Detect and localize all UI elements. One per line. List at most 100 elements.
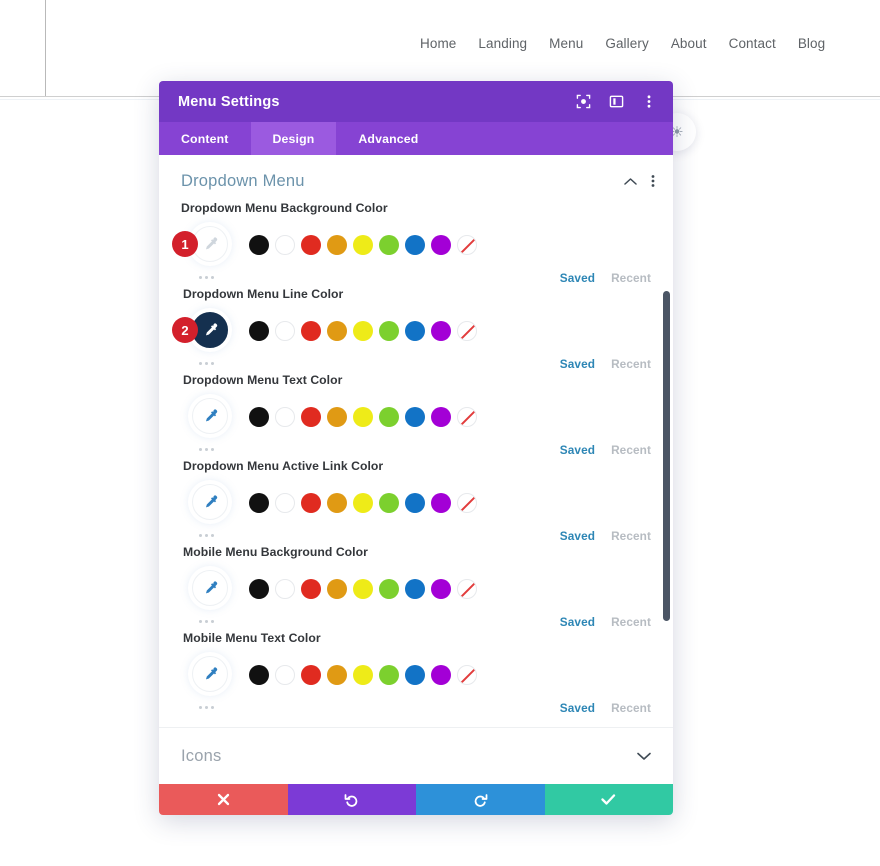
swatch-purple[interactable] [431,579,451,599]
nav-item-home[interactable]: Home [420,36,456,51]
swatch-black[interactable] [249,579,269,599]
scrollbar-thumb[interactable] [663,291,670,621]
panel-layout-icon[interactable] [608,94,624,110]
swatch-white[interactable] [275,665,295,685]
swatch-black[interactable] [249,493,269,513]
swatch-white[interactable] [275,407,295,427]
swatch-green[interactable] [379,235,399,255]
swatch-blue[interactable] [405,321,425,341]
eyedropper-button[interactable] [192,398,228,434]
swatch-purple[interactable] [431,235,451,255]
kebab-menu-icon[interactable] [641,94,657,110]
swatch-green[interactable] [379,407,399,427]
swatch-white[interactable] [275,493,295,513]
recent-link[interactable]: Recent [611,615,651,629]
swatch-orange[interactable] [327,321,347,341]
swatch-blue[interactable] [405,493,425,513]
swatch-purple[interactable] [431,321,451,341]
swatch-yellow[interactable] [353,579,373,599]
swatch-black[interactable] [249,407,269,427]
swatch-yellow[interactable] [353,493,373,513]
saved-link[interactable]: Saved [560,529,595,543]
swatch-black[interactable] [249,665,269,685]
cancel-button[interactable] [159,784,288,815]
swatch-red[interactable] [301,321,321,341]
swatch-blue[interactable] [405,579,425,599]
nav-item-contact[interactable]: Contact [729,36,776,51]
tab-advanced[interactable]: Advanced [336,122,440,155]
swatch-red[interactable] [301,665,321,685]
nav-item-about[interactable]: About [671,36,707,51]
section-kebab-menu-icon[interactable] [651,174,655,190]
swatch-white[interactable] [275,321,295,341]
more-options-icon[interactable] [181,276,227,279]
swatch-purple[interactable] [431,407,451,427]
chevron-up-icon[interactable] [624,175,637,188]
swatch-yellow[interactable] [353,235,373,255]
swatch-transparent[interactable] [457,321,477,341]
more-options-icon[interactable] [181,620,227,623]
swatch-orange[interactable] [327,579,347,599]
swatch-black[interactable] [249,235,269,255]
recent-link[interactable]: Recent [611,357,651,371]
nav-item-gallery[interactable]: Gallery [605,36,648,51]
save-button[interactable] [544,784,673,815]
saved-link[interactable]: Saved [560,271,595,285]
swatch-transparent[interactable] [457,235,477,255]
swatch-white[interactable] [275,579,295,599]
swatch-yellow[interactable] [353,321,373,341]
eyedropper-button[interactable] [192,484,228,520]
eyedropper-button[interactable] [192,656,228,692]
swatch-black[interactable] [249,321,269,341]
saved-link[interactable]: Saved [560,615,595,629]
swatch-blue[interactable] [405,665,425,685]
swatch-green[interactable] [379,579,399,599]
target-icon[interactable] [575,94,591,110]
swatch-transparent[interactable] [457,665,477,685]
saved-link[interactable]: Saved [560,443,595,457]
recent-link[interactable]: Recent [611,443,651,457]
tab-design[interactable]: Design [250,122,337,155]
swatch-transparent[interactable] [457,407,477,427]
swatch-red[interactable] [301,235,321,255]
swatch-white[interactable] [275,235,295,255]
swatch-transparent[interactable] [457,579,477,599]
swatch-purple[interactable] [431,493,451,513]
swatch-red[interactable] [301,407,321,427]
swatch-transparent[interactable] [457,493,477,513]
recent-link[interactable]: Recent [611,271,651,285]
swatch-red[interactable] [301,493,321,513]
eyedropper-button[interactable] [192,570,228,606]
nav-item-menu[interactable]: Menu [549,36,583,51]
recent-link[interactable]: Recent [611,701,651,715]
saved-link[interactable]: Saved [560,701,595,715]
swatch-orange[interactable] [327,235,347,255]
swatch-yellow[interactable] [353,407,373,427]
undo-button[interactable] [287,784,416,815]
swatch-orange[interactable] [327,493,347,513]
swatch-purple[interactable] [431,665,451,685]
nav-item-landing[interactable]: Landing [478,36,527,51]
swatch-red[interactable] [301,579,321,599]
swatch-blue[interactable] [405,235,425,255]
scrollbar-track[interactable] [663,155,670,727]
recent-link[interactable]: Recent [611,529,651,543]
saved-link[interactable]: Saved [560,357,595,371]
swatch-green[interactable] [379,493,399,513]
swatch-orange[interactable] [327,407,347,427]
chevron-down-icon[interactable] [637,749,651,764]
section-header-icons[interactable]: Icons [159,727,673,784]
swatch-green[interactable] [379,321,399,341]
more-options-icon[interactable] [181,534,227,537]
swatch-yellow[interactable] [353,665,373,685]
nav-item-blog[interactable]: Blog [798,36,825,51]
more-options-icon[interactable] [181,706,227,709]
more-options-icon[interactable] [181,362,227,365]
redo-button[interactable] [416,784,545,815]
tab-content[interactable]: Content [159,122,251,155]
more-options-icon[interactable] [181,448,227,451]
swatch-blue[interactable] [405,407,425,427]
swatch-green[interactable] [379,665,399,685]
swatch-orange[interactable] [327,665,347,685]
color-picker-wrap: 2 [172,312,228,350]
